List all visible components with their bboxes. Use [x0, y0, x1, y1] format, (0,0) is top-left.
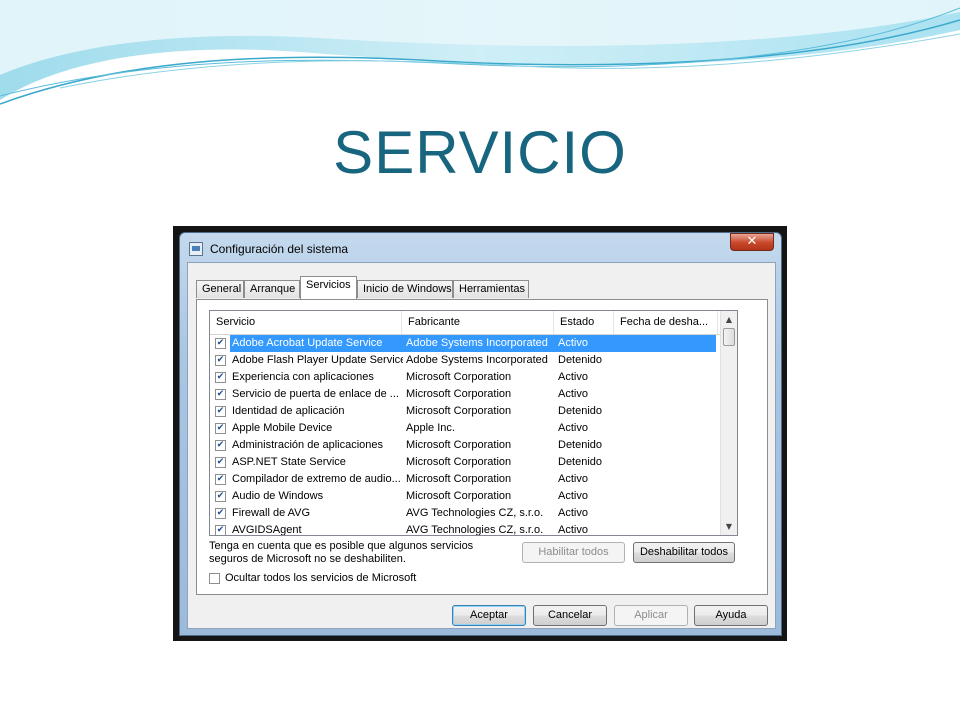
- service-vendor: AVG Technologies CZ, s.r.o.: [406, 507, 544, 519]
- tab-inicio-de-windows[interactable]: Inicio de Windows: [357, 280, 453, 298]
- service-state: Activo: [558, 524, 588, 536]
- list-item[interactable]: ✔ Administración de aplicaciones Microsoft…: [210, 437, 721, 454]
- service-name: ASP.NET State Service: [232, 456, 346, 468]
- list-item[interactable]: ✔ ASP.NET State Service Microsoft Corporat…: [210, 454, 721, 471]
- service-vendor: Microsoft Corporation: [406, 405, 512, 417]
- service-state: Activo: [558, 388, 588, 400]
- close-button[interactable]: ✕: [730, 233, 774, 251]
- service-state: Detenido: [558, 456, 603, 468]
- tab-arranque[interactable]: Arranque: [244, 280, 300, 298]
- tab-general[interactable]: General: [196, 280, 244, 298]
- list-rows: ✔ Adobe Acrobat Update Service Adobe Syste…: [210, 335, 721, 536]
- help-button[interactable]: Ayuda: [694, 605, 768, 626]
- disable-all-button[interactable]: Deshabilitar todos: [633, 542, 735, 563]
- services-panel: Servicio Fabricante Estado Fecha de desh…: [196, 299, 768, 595]
- scroll-thumb[interactable]: [723, 328, 735, 346]
- list-item[interactable]: ✔ Compilador de extremo de audio... Micros…: [210, 471, 721, 488]
- list-item[interactable]: ✔ Identidad de aplicación Microsoft Corpor…: [210, 403, 721, 420]
- cancel-button[interactable]: Cancelar: [533, 605, 607, 626]
- service-state: Detenido: [558, 354, 603, 366]
- service-name: Audio de Windows: [232, 490, 324, 502]
- service-name: Firewall de AVG: [232, 507, 311, 519]
- list-item[interactable]: ✔ Experiencia con aplicaciones Microsoft C…: [210, 369, 721, 386]
- tab-servicios[interactable]: Servicios: [300, 276, 357, 299]
- services-list[interactable]: Servicio Fabricante Estado Fecha de desh…: [209, 310, 738, 536]
- decorative-waves: [0, 0, 960, 105]
- slide-title: SERVICIO: [333, 119, 627, 186]
- service-checkbox[interactable]: ✔: [215, 372, 226, 383]
- list-item[interactable]: ✔ Adobe Acrobat Update Service Adobe Syste…: [210, 335, 721, 352]
- service-checkbox[interactable]: ✔: [215, 389, 226, 400]
- service-checkbox[interactable]: ✔: [215, 440, 226, 451]
- service-checkbox[interactable]: ✔: [215, 508, 226, 519]
- hide-microsoft-services-checkbox[interactable]: [209, 573, 220, 584]
- service-state: Activo: [558, 422, 588, 434]
- list-item[interactable]: ✔ AVGIDSAgent AVG Technologies CZ, s.r.o. A…: [210, 522, 721, 536]
- service-state: Detenido: [558, 405, 603, 417]
- service-vendor: Adobe Systems Incorporated: [406, 337, 548, 349]
- service-vendor: Microsoft Corporation: [406, 371, 512, 383]
- service-vendor: Apple Inc.: [406, 422, 455, 434]
- service-vendor: Adobe Systems Incorporated: [406, 354, 548, 366]
- service-name: Experiencia con aplicaciones: [232, 371, 374, 383]
- service-state: Activo: [558, 490, 588, 502]
- service-checkbox[interactable]: ✔: [215, 457, 226, 468]
- service-vendor: Microsoft Corporation: [406, 456, 512, 468]
- column-header-estado[interactable]: Estado: [554, 311, 614, 334]
- screenshot-frame: Configuración del sistema ✕ General Arra…: [173, 226, 787, 641]
- service-checkbox[interactable]: ✔: [215, 406, 226, 417]
- service-checkbox[interactable]: ✔: [215, 355, 226, 366]
- list-item[interactable]: ✔ Apple Mobile Device Apple Inc. Activo: [210, 420, 721, 437]
- vertical-scrollbar[interactable]: ▲ ▼: [720, 311, 737, 535]
- service-vendor: Microsoft Corporation: [406, 490, 512, 502]
- service-checkbox[interactable]: ✔: [215, 338, 226, 349]
- service-state: Activo: [558, 337, 588, 349]
- service-name: Apple Mobile Device: [232, 422, 333, 434]
- column-header-servicio[interactable]: Servicio: [210, 311, 402, 334]
- service-vendor: AVG Technologies CZ, s.r.o.: [406, 524, 544, 536]
- service-checkbox[interactable]: ✔: [215, 423, 226, 434]
- service-vendor: Microsoft Corporation: [406, 388, 512, 400]
- list-header: Servicio Fabricante Estado Fecha de desh…: [210, 311, 721, 335]
- list-item[interactable]: ✔ Audio de Windows Microsoft Corporation Ac…: [210, 488, 721, 505]
- service-name: Adobe Flash Player Update Service: [232, 354, 403, 366]
- tab-herramientas[interactable]: Herramientas: [453, 280, 529, 298]
- list-item[interactable]: ✔ Servicio de puerta de enlace de ... Micr…: [210, 386, 721, 403]
- service-name: Compilador de extremo de audio...: [232, 473, 401, 485]
- list-item[interactable]: ✔ Firewall de AVG AVG Technologies CZ, s.r…: [210, 505, 721, 522]
- enable-all-button[interactable]: Habilitar todos: [522, 542, 625, 563]
- microsoft-services-note: Tenga en cuenta que es posible que algun…: [209, 540, 474, 565]
- service-name: Adobe Acrobat Update Service: [230, 335, 403, 352]
- title-bar[interactable]: Configuración del sistema ✕: [180, 233, 781, 263]
- scroll-down-icon[interactable]: ▼: [721, 518, 737, 535]
- apply-button[interactable]: Aplicar: [614, 605, 688, 626]
- service-name: AVGIDSAgent: [232, 524, 302, 536]
- service-checkbox[interactable]: ✔: [215, 491, 226, 502]
- service-state: Activo: [558, 507, 588, 519]
- scroll-up-icon[interactable]: ▲: [721, 311, 737, 328]
- service-name: Administración de aplicaciones: [232, 439, 384, 451]
- service-state: Activo: [558, 371, 588, 383]
- system-config-icon: [189, 242, 203, 256]
- column-header-fabricante[interactable]: Fabricante: [402, 311, 554, 334]
- column-header-fecha[interactable]: Fecha de desha...: [614, 311, 718, 334]
- service-state: Detenido: [558, 439, 603, 451]
- service-vendor: Microsoft Corporation: [406, 439, 512, 451]
- window-title: Configuración del sistema: [210, 242, 349, 256]
- service-checkbox[interactable]: ✔: [215, 474, 226, 485]
- service-name: Servicio de puerta de enlace de ...: [232, 388, 399, 400]
- accept-button[interactable]: Aceptar: [452, 605, 526, 626]
- hide-microsoft-services-label: Ocultar todos los servicios de Microsoft: [225, 572, 417, 584]
- service-vendor: Microsoft Corporation: [406, 473, 512, 485]
- service-state: Activo: [558, 473, 588, 485]
- service-checkbox[interactable]: ✔: [215, 525, 226, 535]
- list-item[interactable]: ✔ Adobe Flash Player Update Service Adobe …: [210, 352, 721, 369]
- system-config-window: Configuración del sistema ✕ General Arra…: [179, 232, 782, 636]
- window-client: General Arranque Servicios Inicio de Win…: [187, 262, 776, 629]
- service-name: Identidad de aplicación: [232, 405, 345, 417]
